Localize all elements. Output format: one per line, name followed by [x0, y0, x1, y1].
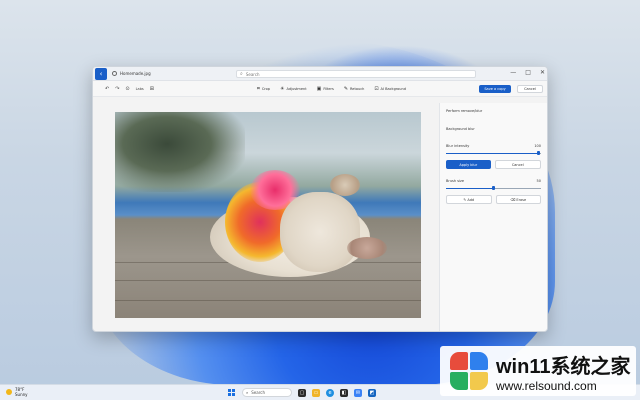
brush-erase-button[interactable]: ⌫ Erase: [495, 195, 541, 204]
dog-head: [280, 192, 360, 272]
start-button[interactable]: [228, 388, 236, 397]
tool-label: Retouch: [350, 86, 365, 91]
panel-section-heading: Background blur: [446, 127, 475, 131]
brush-add-label: Add: [467, 197, 475, 202]
sun-icon: [6, 389, 12, 395]
toolbar-left: ↶ ↷ ⊙ Labs ⊞: [105, 86, 154, 92]
title-bar: ‹ Homemade.jpg ⌕ Search — □ ✕: [93, 67, 547, 81]
tool-retouch[interactable]: ✎ Retouch: [344, 86, 365, 92]
watermark-logo: [450, 352, 488, 390]
brush-add-button[interactable]: ✎ Add: [446, 195, 492, 204]
search-icon: ⌕: [246, 390, 249, 395]
brush-size-label: Brush size: [446, 179, 464, 183]
blur-intensity-group: Blur intensity 100 Apply blur Cancel: [446, 144, 541, 169]
retouch-icon: ✎: [343, 85, 349, 92]
filter-icon: ▣: [316, 85, 322, 92]
tool-label: Adjustment: [286, 86, 307, 91]
toolbar-cancel-button[interactable]: Cancel: [517, 85, 543, 93]
save-copy-button[interactable]: Save a copy: [479, 85, 511, 93]
window-controls: — □ ✕: [510, 69, 545, 76]
store-icon[interactable]: ◧: [340, 388, 348, 397]
file-info-icon[interactable]: [112, 71, 117, 76]
dog-ear: [347, 237, 387, 259]
deck-plank: [115, 280, 421, 281]
photos-app-window: ‹ Homemade.jpg ⌕ Search — □ ✕ ↶ ↷ ⊙ Labs…: [92, 66, 548, 332]
dog-ear: [330, 174, 360, 196]
adjust-icon: ☀: [280, 85, 285, 92]
edge-icon[interactable]: e: [326, 388, 334, 397]
mail-icon[interactable]: ✉: [354, 388, 362, 397]
compare-icon[interactable]: ⊞: [150, 86, 154, 92]
undo-icon[interactable]: ↶: [105, 86, 109, 92]
tool-label: Crop: [261, 86, 270, 91]
minimize-button[interactable]: —: [510, 69, 516, 76]
close-button[interactable]: ✕: [540, 69, 545, 76]
weather-condition: Sunny: [15, 392, 28, 397]
background-icon: ⊡: [374, 85, 379, 92]
blur-intensity-slider[interactable]: [446, 151, 541, 155]
photo-background-trees: [115, 112, 245, 192]
tool-adjustment[interactable]: ☀ Adjustment: [280, 86, 307, 92]
maximize-button[interactable]: □: [525, 69, 531, 76]
panel-title: Perform remove/blur: [446, 109, 483, 113]
search-placeholder: Search: [245, 71, 260, 77]
site-watermark: win11系统之家 www.relsound.com: [440, 346, 636, 396]
redo-icon[interactable]: ↷: [115, 86, 119, 92]
edit-toolbar: ↶ ↷ ⊙ Labs ⊞ ⌗ Crop ☀ Adjustment ▣ Filte…: [93, 81, 547, 97]
watermark-url: www.relsound.com: [496, 378, 597, 393]
file-name: Homemade.jpg: [120, 71, 151, 76]
watermark-title: win11系统之家: [496, 355, 631, 378]
labs-label[interactable]: Labs: [136, 87, 144, 91]
blur-intensity-value: 100: [534, 144, 541, 148]
brush-size-value: 50: [536, 179, 541, 183]
back-button[interactable]: ‹: [95, 67, 107, 80]
apply-blur-button[interactable]: Apply blur: [446, 160, 491, 169]
tool-label: AI Background: [380, 86, 406, 91]
search-icon: ⌕: [240, 71, 243, 77]
tool-ai-background[interactable]: ⊡ AI Background: [374, 86, 406, 92]
taskbar-icons: ⌕ Search ▢ ▭ e ◧ ✉ ◩: [228, 388, 376, 397]
brush-size-slider[interactable]: [446, 186, 541, 190]
photos-app-icon[interactable]: ◩: [368, 388, 376, 397]
file-explorer-icon[interactable]: ▭: [312, 388, 320, 397]
brush-size-group: Brush size 50 ✎ Add ⌫ Erase: [446, 179, 541, 204]
taskbar-search[interactable]: ⌕ Search: [242, 388, 292, 397]
tool-filters[interactable]: ▣ Filters: [317, 86, 334, 92]
taskbar-search-label: Search: [251, 390, 265, 395]
photo-canvas[interactable]: [115, 112, 421, 318]
deck-plank: [115, 300, 421, 301]
blur-panel: Perform remove/blur Background blur Blur…: [439, 103, 547, 331]
task-view-icon[interactable]: ▢: [298, 388, 306, 397]
brush-erase-label: Erase: [516, 197, 527, 202]
blur-intensity-label: Blur intensity: [446, 144, 470, 148]
zoom-icon[interactable]: ⊙: [125, 86, 129, 92]
search-box[interactable]: ⌕ Search: [236, 70, 476, 78]
tool-crop[interactable]: ⌗ Crop: [257, 86, 270, 92]
tool-label: Filters: [323, 86, 334, 91]
weather-widget[interactable]: 78°F Sunny: [6, 387, 28, 397]
crop-icon: ⌗: [257, 85, 260, 92]
panel-cancel-button[interactable]: Cancel: [494, 160, 541, 169]
toolbar-tools: ⌗ Crop ☀ Adjustment ▣ Filters ✎ Retouch …: [257, 86, 406, 92]
